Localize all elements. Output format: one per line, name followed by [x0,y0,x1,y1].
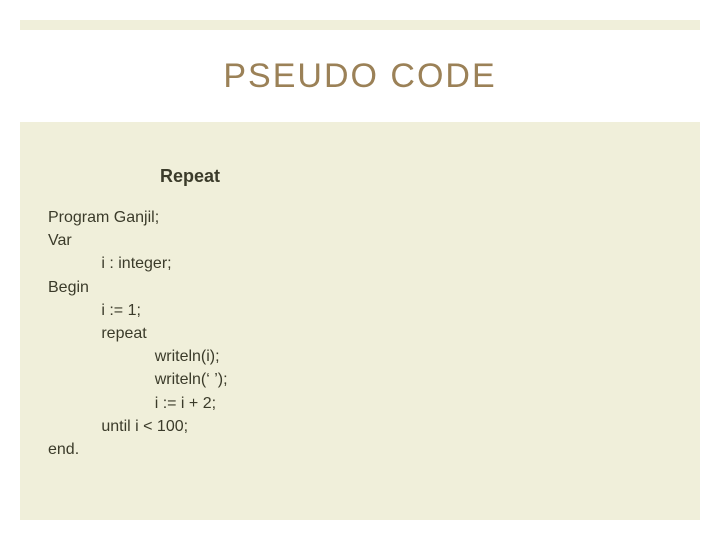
page-title: PSEUDO CODE [223,57,496,96]
section-subtitle: Repeat [160,166,220,187]
slide: PSEUDO CODE Repeat Program Ganjil; Var i… [20,20,700,520]
title-band: PSEUDO CODE [20,30,700,122]
pseudocode-block: Program Ganjil; Var i : integer; Begin i… [48,206,228,461]
